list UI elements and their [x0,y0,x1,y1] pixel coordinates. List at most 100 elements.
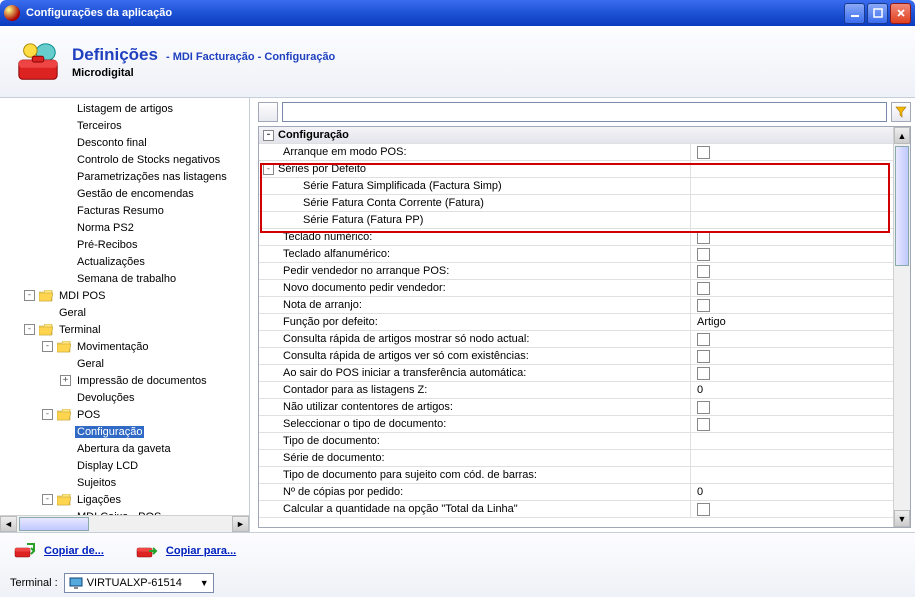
grid-row[interactable]: Teclado alfanumérico: [259,246,893,263]
tree-item[interactable]: Sujeitos [0,474,249,491]
scroll-down-icon[interactable]: ▼ [894,510,910,527]
tree-item[interactable]: -Terminal [0,321,249,338]
property-value-cell[interactable]: 0 [691,484,893,500]
grid-row[interactable]: Não utilizar contentores de artigos: [259,399,893,416]
minimize-button[interactable] [844,3,865,24]
property-value-cell[interactable] [691,178,893,194]
grid-row[interactable]: Teclado numérico: [259,229,893,246]
tree-item[interactable]: Geral [0,355,249,372]
checkbox[interactable] [697,401,710,414]
property-value-cell[interactable] [691,331,893,347]
grid-row[interactable]: -Séries por Defeito [259,161,893,178]
property-value-cell[interactable] [691,144,893,160]
tree-item[interactable]: +Impressão de documentos [0,372,249,389]
tree-expander-icon[interactable]: - [42,409,53,420]
grid-row[interactable]: Nota de arranjo: [259,297,893,314]
tree-item[interactable]: Display LCD [0,457,249,474]
property-value-cell[interactable] [691,161,893,177]
grid-row[interactable]: Consulta rápida de artigos ver só com ex… [259,348,893,365]
property-value-cell[interactable]: Artigo [691,314,893,330]
tree-item[interactable]: Actualizações [0,253,249,270]
property-value-cell[interactable] [691,416,893,432]
tree-item[interactable]: Listagem de artigos [0,100,249,117]
property-value-cell[interactable] [691,348,893,364]
grid-row[interactable]: Consulta rápida de artigos mostrar só no… [259,331,893,348]
scroll-left-icon[interactable]: ◄ [0,516,17,532]
tree-item[interactable]: Norma PS2 [0,219,249,236]
checkbox[interactable] [697,350,710,363]
tree-item[interactable]: MDI Caixa - POS [0,508,249,515]
property-value-cell[interactable] [691,195,893,211]
checkbox[interactable] [697,231,710,244]
grid-row[interactable]: Arranque em modo POS: [259,144,893,161]
filter-button[interactable] [891,102,911,122]
grid-row[interactable]: Nº de cópias por pedido:0 [259,484,893,501]
grid-row[interactable]: Série Fatura (Fatura PP) [259,212,893,229]
grid-row[interactable]: Seleccionar o tipo de documento: [259,416,893,433]
grid-row[interactable]: Ao sair do POS iniciar a transferência a… [259,365,893,382]
property-value-cell[interactable] [691,212,893,228]
scroll-thumb[interactable] [19,517,89,531]
maximize-button[interactable] [867,3,888,24]
tree-item[interactable]: Configuração [0,423,249,440]
property-value-cell[interactable] [691,297,893,313]
tree-item[interactable]: Facturas Resumo [0,202,249,219]
toolbar-action-button[interactable] [258,102,278,122]
tree-item[interactable]: Pré-Recibos [0,236,249,253]
tree-item[interactable]: -Movimentação [0,338,249,355]
tree-item[interactable]: Devoluções [0,389,249,406]
tree-item[interactable]: Abertura da gaveta [0,440,249,457]
grid-row[interactable]: Série Fatura Conta Corrente (Fatura) [259,195,893,212]
tree-item[interactable]: -POS [0,406,249,423]
tree-item[interactable]: -MDI POS [0,287,249,304]
scroll-right-icon[interactable]: ► [232,516,249,532]
tree-item[interactable]: Geral [0,304,249,321]
checkbox[interactable] [697,248,710,261]
grid-row[interactable]: Calcular a quantidade na opção "Total da… [259,501,893,518]
subgroup-expander-icon[interactable]: - [263,164,274,175]
property-value-cell[interactable] [691,433,893,449]
grid-row[interactable]: Série Fatura Simplificada (Factura Simp) [259,178,893,195]
grid-row[interactable]: Novo documento pedir vendedor: [259,280,893,297]
tree-item[interactable]: Gestão de encomendas [0,185,249,202]
grid-row[interactable]: Contador para as listagens Z:0 [259,382,893,399]
checkbox[interactable] [697,418,710,431]
checkbox[interactable] [697,367,710,380]
grid-row[interactable]: Função por defeito:Artigo [259,314,893,331]
close-button[interactable] [890,3,911,24]
property-value-cell[interactable] [691,246,893,262]
tree-item[interactable]: Controlo de Stocks negativos [0,151,249,168]
search-input[interactable] [282,102,887,122]
tree-item[interactable]: Semana de trabalho [0,270,249,287]
property-value-cell[interactable]: 0 [691,382,893,398]
tree-item[interactable]: Terceiros [0,117,249,134]
property-value-cell[interactable] [691,450,893,466]
checkbox[interactable] [697,299,710,312]
copy-from-link[interactable]: Copiar de... [10,539,104,563]
tree-expander-icon[interactable]: + [60,375,71,386]
grid-row[interactable]: Pedir vendedor no arranque POS: [259,263,893,280]
checkbox[interactable] [697,146,710,159]
tree-expander-icon[interactable]: - [24,324,35,335]
property-value-cell[interactable] [691,467,893,483]
property-value-cell[interactable] [691,229,893,245]
tree-expander-icon[interactable]: - [42,494,53,505]
property-value-cell[interactable] [691,280,893,296]
tree-expander-icon[interactable]: - [42,341,53,352]
tree-horizontal-scrollbar[interactable]: ◄ ► [0,515,249,532]
grid-group-header[interactable]: -Configuração [259,127,893,144]
grid-vertical-scrollbar[interactable]: ▲ ▼ [893,127,910,527]
tree-item[interactable]: Desconto final [0,134,249,151]
tree-expander-icon[interactable]: - [24,290,35,301]
terminal-select[interactable]: VIRTUALXP-61514 ▼ [64,573,214,593]
property-value-cell[interactable] [691,399,893,415]
property-value-cell[interactable] [691,365,893,381]
tree-item[interactable]: -Ligações [0,491,249,508]
grid-row[interactable]: Tipo de documento para sujeito com cód. … [259,467,893,484]
checkbox[interactable] [697,265,710,278]
group-expander-icon[interactable]: - [263,130,274,141]
copy-to-link[interactable]: Copiar para... [132,539,236,563]
grid-row[interactable]: Tipo de documento: [259,433,893,450]
checkbox[interactable] [697,503,710,516]
scroll-up-icon[interactable]: ▲ [894,127,910,144]
